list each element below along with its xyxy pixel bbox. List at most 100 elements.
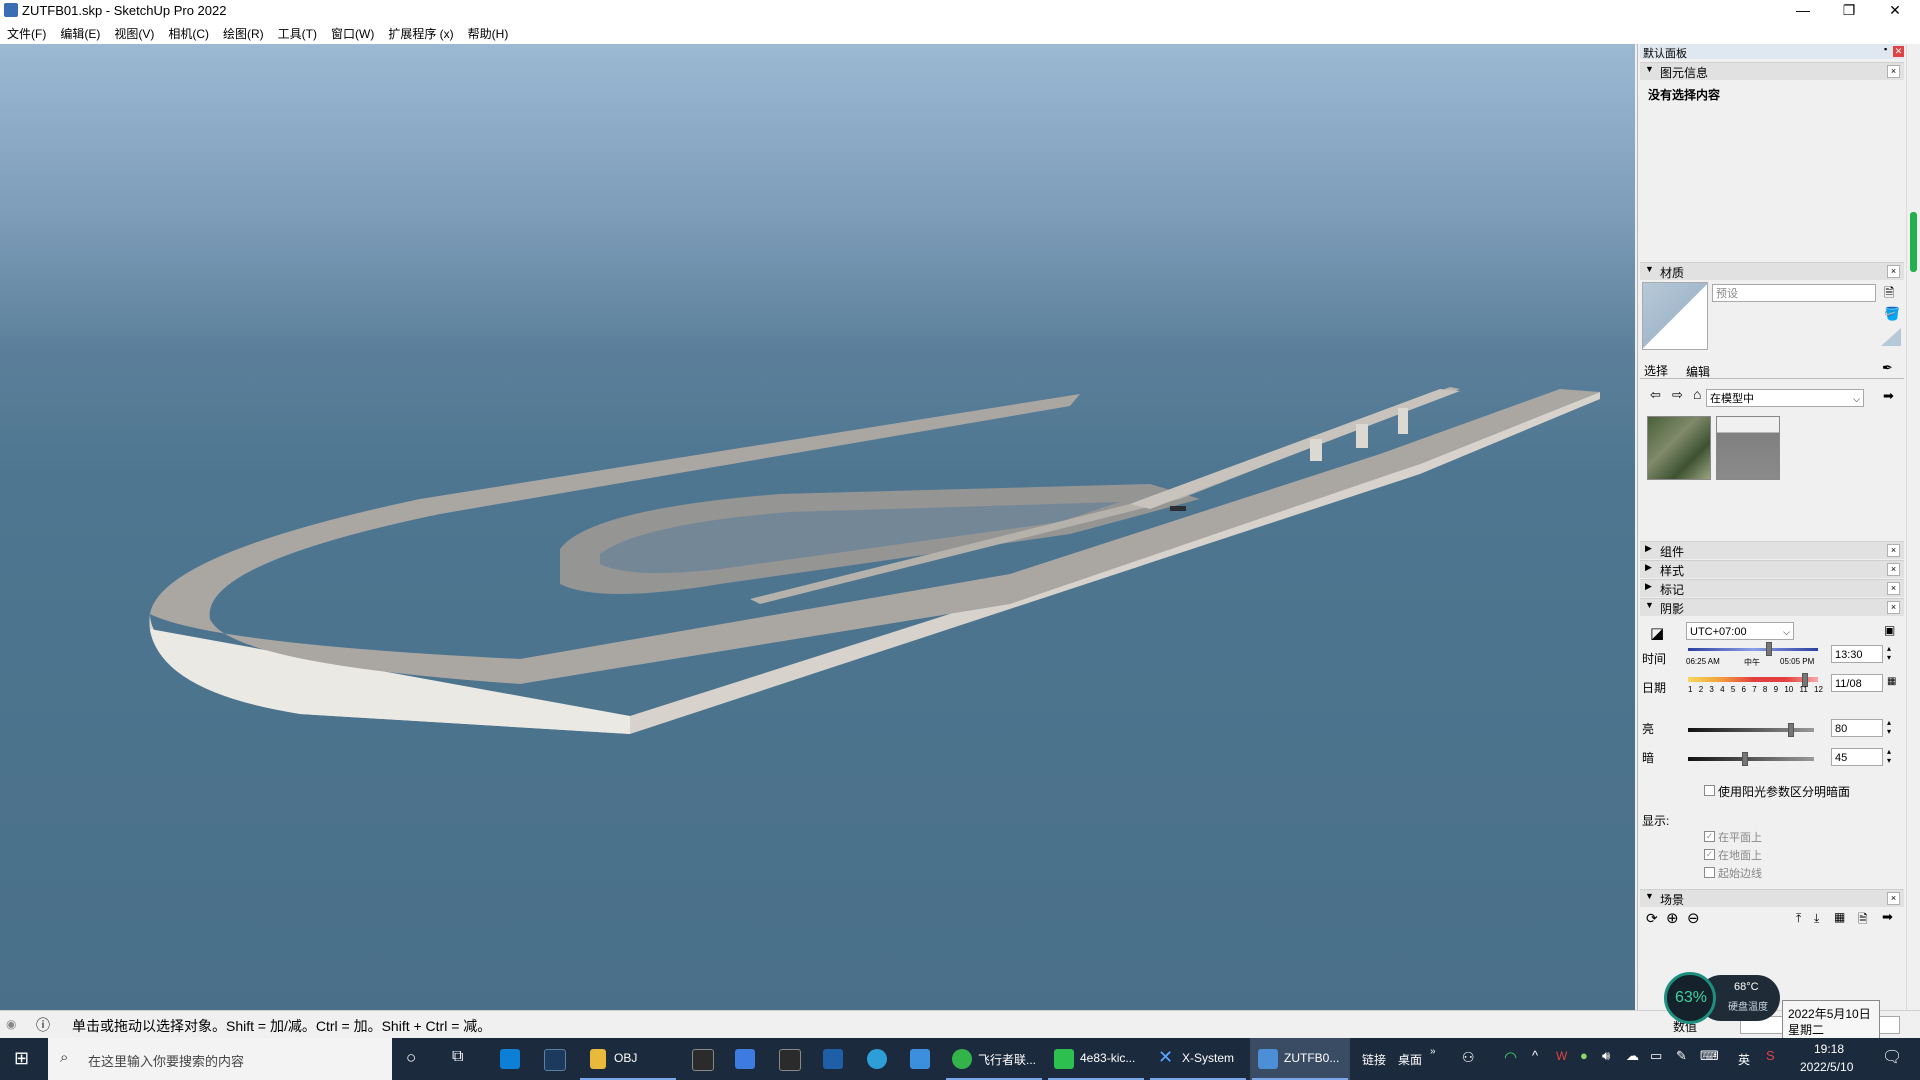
cloud-icon[interactable]: ☁ bbox=[1626, 1048, 1639, 1064]
epic-launcher-icon[interactable] bbox=[779, 1049, 801, 1071]
time-spinner-icon[interactable]: ▴ ▾ bbox=[1887, 644, 1891, 662]
menu-view[interactable]: 视图(V) bbox=[107, 22, 161, 42]
taskbar-app-obj[interactable]: OBJ bbox=[578, 1038, 678, 1080]
maximize-button[interactable]: ❐ bbox=[1826, 0, 1872, 22]
pen-icon[interactable]: ✎ bbox=[1676, 1048, 1687, 1064]
taskbar-app-xsystem[interactable]: ✕ X-System bbox=[1148, 1038, 1248, 1080]
close-section-icon[interactable]: × bbox=[1887, 582, 1900, 595]
mail-icon[interactable] bbox=[910, 1049, 930, 1069]
on-ground-checkbox[interactable]: ✓ bbox=[1704, 849, 1715, 860]
menu-extensions[interactable]: 扩展程序 (x) bbox=[381, 22, 460, 42]
add-scene-icon[interactable]: ⊕ bbox=[1666, 909, 1679, 927]
close-section-icon[interactable]: × bbox=[1887, 563, 1900, 576]
from-edges-checkbox[interactable] bbox=[1704, 867, 1715, 878]
shadows-header[interactable]: ▼ 阴影 × bbox=[1640, 598, 1904, 616]
close-section-icon[interactable]: × bbox=[1887, 265, 1900, 278]
close-section-icon[interactable]: × bbox=[1887, 544, 1900, 557]
tags-header[interactable]: ▶ 标记 × bbox=[1640, 579, 1904, 597]
date-field[interactable]: 11/08 bbox=[1831, 674, 1883, 692]
dark-slider[interactable] bbox=[1688, 757, 1814, 761]
update-scene-icon[interactable]: ⟳ bbox=[1646, 910, 1658, 927]
forward-arrow-icon[interactable]: ⇨ bbox=[1672, 387, 1683, 403]
material-name-field[interactable]: 预设 bbox=[1712, 284, 1876, 302]
light-field[interactable]: 80 bbox=[1831, 719, 1883, 737]
close-button[interactable]: ✕ bbox=[1872, 0, 1918, 22]
keyboard-icon[interactable]: ⌨ bbox=[1700, 1048, 1719, 1064]
epic-games-icon[interactable] bbox=[692, 1049, 714, 1071]
desktop-toolbar[interactable]: 桌面 bbox=[1398, 1051, 1422, 1068]
clock-date[interactable]: 2022/5/10 bbox=[1800, 1060, 1853, 1074]
remove-scene-icon[interactable]: ⊖ bbox=[1687, 909, 1700, 927]
store-icon[interactable] bbox=[500, 1049, 520, 1069]
time-slider[interactable] bbox=[1688, 648, 1818, 651]
start-button[interactable]: ⊞ bbox=[0, 1038, 46, 1080]
scrollbar-thumb[interactable] bbox=[1910, 212, 1917, 272]
notification-icon[interactable]: 🗨 bbox=[1882, 1047, 1902, 1067]
material-thumb-aerial[interactable] bbox=[1647, 416, 1711, 480]
panel-scrollbar[interactable] bbox=[1906, 44, 1920, 1010]
use-sun-checkbox[interactable] bbox=[1704, 785, 1715, 796]
eyedropper-icon[interactable]: ✒ bbox=[1882, 360, 1893, 376]
paint-bucket-icon[interactable]: 🪣 bbox=[1884, 306, 1900, 322]
close-section-icon[interactable]: × bbox=[1887, 892, 1900, 905]
links-toolbar[interactable]: 链接 bbox=[1362, 1051, 1386, 1068]
timezone-select[interactable]: UTC+07:00 ⌵ bbox=[1686, 622, 1794, 640]
menu-camera[interactable]: 相机(C) bbox=[161, 22, 216, 42]
view-options-icon[interactable]: ▦ bbox=[1834, 910, 1845, 924]
materials-header[interactable]: ▼ 材质 × bbox=[1640, 262, 1904, 280]
wifi-icon[interactable]: ◠ bbox=[1504, 1048, 1517, 1066]
scene-delete-icon[interactable]: 🗎 bbox=[1858, 910, 1868, 931]
sogou-icon[interactable]: S bbox=[1766, 1048, 1775, 1063]
styles-header[interactable]: ▶ 样式 × bbox=[1640, 560, 1904, 578]
menu-tools[interactable]: 工具(T) bbox=[271, 22, 324, 42]
app-s-icon[interactable] bbox=[823, 1049, 843, 1069]
toolbar-more-icon[interactable]: » bbox=[1430, 1046, 1436, 1057]
back-arrow-icon[interactable]: ⇦ bbox=[1650, 387, 1661, 403]
home-icon[interactable]: ⌂ bbox=[1693, 386, 1701, 402]
minimize-button[interactable]: — bbox=[1780, 0, 1826, 22]
info-icon[interactable]: ⓘ bbox=[36, 1015, 50, 1035]
geo-location-icon[interactable]: ◉ bbox=[6, 1017, 16, 1031]
menu-help[interactable]: 帮助(H) bbox=[461, 22, 516, 42]
task-view-icon[interactable]: ⧉ bbox=[452, 1048, 463, 1066]
app-bird-icon[interactable] bbox=[735, 1049, 755, 1069]
steam-icon[interactable] bbox=[544, 1049, 566, 1071]
dark-spinner-icon[interactable]: ▴ ▾ bbox=[1887, 747, 1891, 765]
menu-draw[interactable]: 绘图(R) bbox=[216, 22, 271, 42]
default-material-swatch[interactable] bbox=[1881, 328, 1901, 346]
ime-indicator[interactable]: 英 bbox=[1738, 1051, 1750, 1068]
volume-icon[interactable]: 🔊︎ bbox=[1602, 1048, 1610, 1064]
clock-time[interactable]: 19:18 bbox=[1814, 1042, 1844, 1056]
wps-icon[interactable]: W bbox=[1556, 1049, 1567, 1063]
light-slider-thumb[interactable] bbox=[1788, 723, 1794, 737]
scenes-header[interactable]: ▼ 场景 × bbox=[1640, 889, 1904, 907]
components-header[interactable]: ▶ 组件 × bbox=[1640, 541, 1904, 559]
calendar-icon[interactable]: ▦ bbox=[1887, 676, 1896, 687]
light-slider[interactable] bbox=[1688, 728, 1814, 732]
menu-window[interactable]: 窗口(W) bbox=[324, 22, 381, 42]
time-field[interactable]: 13:30 bbox=[1831, 645, 1883, 663]
scene-details-icon[interactable]: ➡ bbox=[1882, 909, 1893, 925]
cortana-icon[interactable]: ○ bbox=[406, 1048, 416, 1068]
edge-icon[interactable] bbox=[867, 1049, 887, 1069]
menu-file[interactable]: 文件(F) bbox=[0, 22, 53, 42]
move-up-icon[interactable]: ⤒ bbox=[1796, 911, 1801, 926]
library-select[interactable]: 在模型中 ⌵ bbox=[1706, 389, 1864, 407]
close-section-icon[interactable]: × bbox=[1887, 65, 1900, 78]
on-faces-checkbox[interactable]: ✓ bbox=[1704, 831, 1715, 842]
expand-details-icon[interactable]: ▣ bbox=[1884, 623, 1895, 637]
pin-icon[interactable]: ▪ bbox=[1884, 44, 1887, 54]
dark-field[interactable]: 45 bbox=[1831, 748, 1883, 766]
taskbar-app-flyer[interactable]: 飞行者联... bbox=[944, 1038, 1044, 1080]
move-down-icon[interactable]: ⤓ bbox=[1814, 911, 1819, 926]
tab-select[interactable]: 选择 bbox=[1644, 362, 1668, 379]
details-arrow-icon[interactable]: ➡ bbox=[1883, 388, 1894, 404]
model-viewport[interactable] bbox=[0, 44, 1635, 1010]
date-slider[interactable] bbox=[1688, 677, 1818, 682]
time-slider-thumb[interactable] bbox=[1766, 642, 1772, 656]
light-spinner-icon[interactable]: ▴ ▾ bbox=[1887, 718, 1891, 736]
material-thumb-gray[interactable] bbox=[1716, 416, 1780, 480]
menu-edit[interactable]: 编辑(E) bbox=[53, 22, 107, 42]
show-hidden-icons[interactable]: ^ bbox=[1532, 1048, 1538, 1063]
close-tray-icon[interactable]: ✕ bbox=[1893, 46, 1904, 57]
